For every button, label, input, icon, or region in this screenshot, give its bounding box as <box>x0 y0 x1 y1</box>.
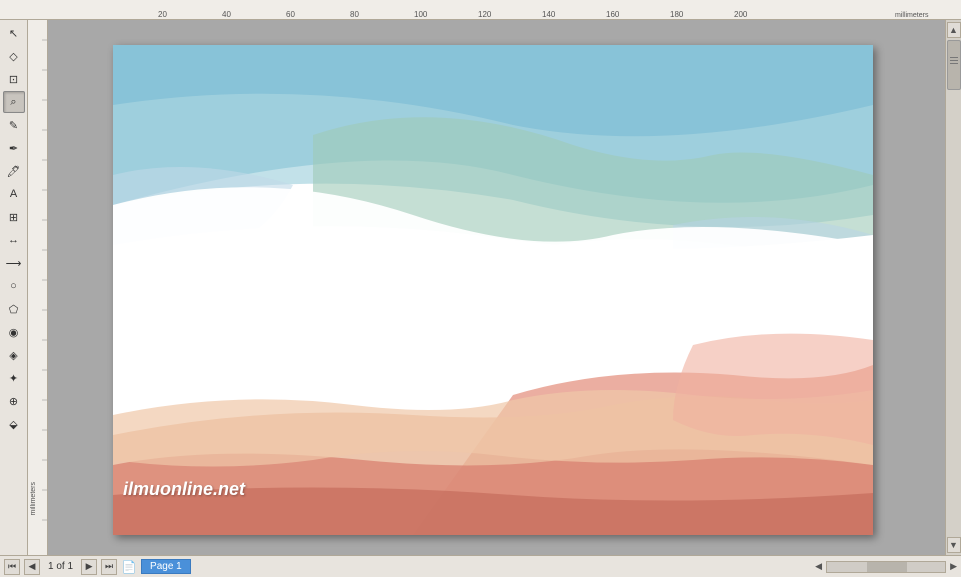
zoom-tool[interactable]: ⌕ <box>3 91 25 113</box>
fill-tool[interactable]: ◈ <box>3 344 25 366</box>
scroll-up-button[interactable]: ▲ <box>947 22 961 38</box>
ruler-tick: 60 <box>286 10 295 19</box>
horizontal-scrollbar-thumb[interactable] <box>867 562 907 572</box>
spiral-tool[interactable]: ◉ <box>3 321 25 343</box>
left-ruler-unit: millimeters <box>30 482 37 515</box>
page-tab[interactable]: Page 1 <box>141 559 191 574</box>
freehand-tool[interactable]: ✎ <box>3 114 25 136</box>
interactive-fill-tool[interactable]: ⊕ <box>3 390 25 412</box>
canvas-area[interactable]: ilmuonline.net <box>48 20 945 555</box>
scroll-left-button[interactable]: ◀ <box>815 561 822 572</box>
table-tool[interactable]: ⊞ <box>3 206 25 228</box>
horizontal-scrollbar[interactable] <box>826 561 946 573</box>
text-tool[interactable]: A <box>3 183 25 205</box>
ruler-tick: 160 <box>606 10 619 19</box>
grip-line <box>950 57 958 58</box>
grip-line <box>950 63 958 64</box>
ellipse-tool[interactable]: ○ <box>3 275 25 297</box>
nav-first-button[interactable]: ⏮ <box>4 559 20 575</box>
scroll-right-button[interactable]: ▶ <box>950 561 957 572</box>
ruler-tick: 140 <box>542 10 555 19</box>
left-ruler: 270 200 160 100 160 140 120 millimeters <box>28 20 48 555</box>
canvas-page[interactable]: ilmuonline.net <box>113 45 873 535</box>
dimension-tool[interactable]: ↔ <box>3 229 25 251</box>
page-count: 1 of 1 <box>44 561 77 572</box>
main-area: ↖ ◇ ⊡ ⌕ ✎ ✒ 🖊 A ⊞ ↔ ⟶ ○ ⬠ ◉ ◈ ✦ ⊕ ⬙ <box>0 20 961 555</box>
left-toolbar: ↖ ◇ ⊡ ⌕ ✎ ✒ 🖊 A ⊞ ↔ ⟶ ○ ⬠ ◉ ◈ ✦ ⊕ ⬙ <box>0 20 28 555</box>
shape-tool[interactable]: ◇ <box>3 45 25 67</box>
ruler-tick: 180 <box>670 10 683 19</box>
ruler-tick: 200 <box>734 10 747 19</box>
bezier-tool[interactable]: ✒ <box>3 137 25 159</box>
top-ruler: 20 40 60 80 100 120 140 160 180 200 mill… <box>0 0 961 20</box>
nav-last-button[interactable]: ⏭ <box>101 559 117 575</box>
paint-bucket-tool[interactable]: ⬙ <box>3 413 25 435</box>
scrollbar-grip <box>948 41 960 64</box>
crop-tool[interactable]: ⊡ <box>3 68 25 90</box>
ruler-unit-label: millimeters <box>895 12 928 19</box>
add-page-button[interactable]: 📄 <box>121 559 137 575</box>
ruler-tick: 40 <box>222 10 231 19</box>
ruler-tick: 120 <box>478 10 491 19</box>
canvas-artwork <box>113 45 873 535</box>
scrollbar-thumb-vertical[interactable] <box>947 40 961 90</box>
nav-prev-button[interactable]: ◀ <box>24 559 40 575</box>
ruler-tick: 80 <box>350 10 359 19</box>
ruler-tick: 100 <box>414 10 427 19</box>
status-bar: ⏮ ◀ 1 of 1 ▶ ⏭ 📄 Page 1 ◀ ▶ <box>0 555 961 577</box>
pen-tool[interactable]: 🖊 <box>3 160 25 182</box>
polygon-tool[interactable]: ⬠ <box>3 298 25 320</box>
ruler-tick: 20 <box>158 10 167 19</box>
eyedropper-tool[interactable]: ✦ <box>3 367 25 389</box>
connector-tool[interactable]: ⟶ <box>3 252 25 274</box>
scroll-down-button[interactable]: ▼ <box>947 537 961 553</box>
grip-line <box>950 60 958 61</box>
right-scrollbar[interactable]: ▲ ▼ <box>945 20 961 555</box>
selector-tool[interactable]: ↖ <box>3 22 25 44</box>
nav-next-button[interactable]: ▶ <box>81 559 97 575</box>
